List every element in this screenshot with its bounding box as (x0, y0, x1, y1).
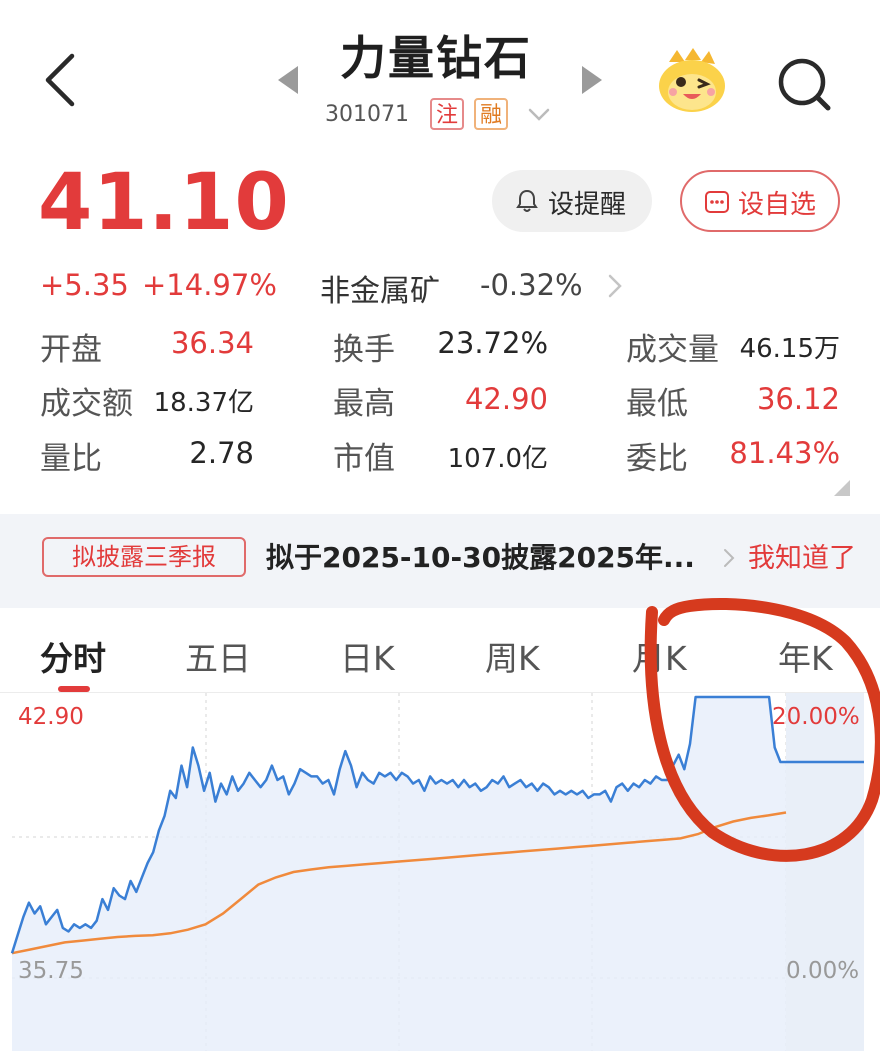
stat-label-turnover: 换手 (333, 332, 395, 368)
set-alert-button[interactable]: 设提醒 (492, 170, 652, 232)
search-icon[interactable] (776, 56, 832, 112)
stat-value-high: 42.90 (464, 382, 548, 416)
dismiss-banner-button[interactable]: 我知道了 (748, 536, 856, 575)
stat-label-low: 最低 (626, 386, 688, 422)
last-price: 41.10 (38, 158, 290, 248)
previous-stock-arrow[interactable] (278, 66, 298, 94)
add-watchlist-label: 设自选 (738, 190, 817, 220)
register-badge: 注 (430, 98, 464, 130)
stat-value-open: 36.34 (170, 326, 254, 360)
pct-axis-high-label: 20.00% (772, 704, 860, 730)
y-axis-low-label: 35.75 (18, 958, 84, 984)
price-change: +5.35 (40, 268, 129, 302)
tab-daily-k[interactable]: 日K (340, 632, 395, 680)
next-stock-arrow[interactable] (582, 66, 602, 94)
future-zone (786, 693, 864, 1051)
expand-corner-icon[interactable] (834, 480, 850, 496)
stat-value-market-cap: 107.0亿 (447, 444, 548, 474)
stat-label-high: 最高 (333, 386, 395, 422)
stat-value-turnover: 23.72% (437, 326, 548, 360)
intraday-chart[interactable] (0, 693, 880, 1051)
stat-label-amount: 成交额 (40, 386, 133, 422)
stock-name: 力量钻石 (340, 31, 532, 85)
stat-label-volume-ratio: 量比 (40, 441, 102, 477)
disclosure-text[interactable]: 拟于2025-10-30披露2025年... (266, 536, 695, 576)
chevron-right-icon[interactable] (606, 272, 624, 300)
stat-label-order-ratio: 委比 (626, 441, 688, 477)
stat-label-open: 开盘 (40, 332, 102, 368)
stat-label-market-cap: 市值 (333, 441, 395, 477)
chevron-right-icon (722, 546, 736, 570)
sector-change-percent[interactable]: -0.32% (480, 268, 583, 302)
tab-five-day[interactable]: 五日 (185, 632, 251, 680)
tab-yearly-k[interactable]: 年K (778, 632, 833, 680)
y-axis-high-label: 42.90 (18, 704, 84, 730)
bell-icon (516, 189, 538, 213)
tab-intraday[interactable]: 分时 (40, 632, 106, 680)
stat-value-order-ratio: 81.43% (729, 436, 840, 470)
chevron-down-icon[interactable] (526, 104, 552, 124)
set-alert-label: 设提醒 (548, 190, 627, 220)
stat-value-volume: 46.15万 (739, 334, 840, 364)
mascot-icon[interactable] (655, 48, 729, 114)
stat-value-low: 36.12 (756, 382, 840, 416)
stock-code: 301071 (325, 102, 409, 127)
disclosure-tag: 拟披露三季报 (42, 537, 246, 577)
margin-badge: 融 (474, 98, 508, 130)
tab-weekly-k[interactable]: 周K (485, 632, 540, 680)
back-button[interactable] (40, 52, 84, 108)
pct-axis-low-label: 0.00% (786, 958, 860, 984)
watchlist-icon (704, 189, 730, 215)
stat-label-volume: 成交量 (626, 332, 719, 368)
price-change-percent: +14.97% (142, 268, 277, 302)
stat-value-volume-ratio: 2.78 (189, 436, 254, 470)
add-watchlist-button[interactable]: 设自选 (680, 170, 840, 232)
sector-name[interactable]: 非金属矿 (320, 266, 440, 310)
stat-value-amount: 18.37亿 (153, 388, 254, 418)
tab-monthly-k[interactable]: 月K (632, 632, 687, 680)
chevron-left-icon (45, 53, 75, 107)
